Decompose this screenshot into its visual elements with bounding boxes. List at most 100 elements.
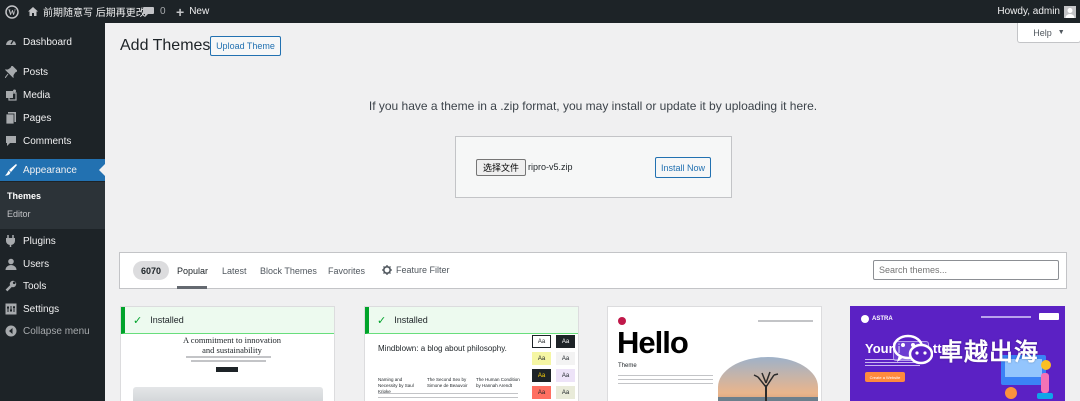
installed-notice: ✓ Installed [365, 307, 578, 334]
sidebar-item-label: Collapse menu [23, 325, 90, 337]
watermark: 卓越出海 [892, 332, 1039, 367]
checkmark-icon: ✓ [377, 314, 387, 327]
installed-notice: ✓ Installed [121, 307, 334, 334]
media-icon [5, 89, 17, 101]
preview-text-lines [378, 393, 518, 401]
submenu-item-themes[interactable]: Themes [7, 191, 41, 201]
theme-card[interactable]: Hello Theme [607, 306, 822, 401]
howdy-text: Howdy, admin [997, 6, 1060, 17]
feature-filter-button[interactable]: Feature Filter [382, 265, 450, 275]
settings-icon [5, 303, 17, 315]
sidebar-item-media[interactable]: Media [0, 84, 105, 106]
home-icon [28, 7, 38, 16]
preview-text-lines [618, 375, 713, 385]
theme-filter-bar: 6070 Popular Latest Block Themes Favorit… [119, 252, 1067, 289]
comments-link[interactable]: 0 [143, 0, 166, 23]
search-themes-input[interactable] [873, 260, 1059, 280]
installed-label: Installed [394, 315, 428, 325]
preview-text-line [186, 356, 271, 358]
theme-preview-subtitle: Theme [618, 363, 637, 369]
style-swatch: Aa [556, 386, 575, 399]
sidebar-item-dashboard[interactable]: Dashboard [0, 31, 105, 53]
style-swatch: Aa [556, 369, 575, 382]
preview-image [133, 387, 323, 401]
collapse-icon [5, 325, 17, 337]
theme-preview-headline: Hello [617, 325, 689, 360]
preview-nav-lines [981, 316, 1031, 318]
preview-nav-lines [758, 320, 813, 322]
preview-button [216, 367, 238, 372]
style-swatch: Aa [532, 352, 551, 365]
comments-count: 0 [160, 6, 166, 17]
checkmark-icon: ✓ [133, 314, 143, 327]
sidebar-item-label: Pages [23, 112, 52, 124]
astra-logo: ASTRA [861, 315, 893, 323]
tab-active-underline [177, 286, 207, 289]
install-now-button[interactable]: Install Now [655, 157, 711, 178]
brush-icon [5, 164, 17, 176]
pin-icon [4, 65, 18, 79]
sidebar-item-label: Tools [23, 280, 47, 292]
feature-filter-label: Feature Filter [396, 265, 450, 275]
comment-bubble-icon [143, 6, 154, 17]
sidebar-item-posts[interactable]: Posts [0, 61, 105, 83]
theme-preview-headline: A commitment to innovation and sustainab… [183, 335, 281, 355]
sidebar-item-appearance[interactable]: Appearance [0, 159, 105, 181]
plug-icon [5, 235, 17, 247]
tab-block-themes[interactable]: Block Themes [260, 266, 317, 276]
sidebar-item-tools[interactable]: Tools [0, 275, 105, 297]
tab-favorites[interactable]: Favorites [328, 266, 365, 276]
submenu-item-editor[interactable]: Editor [7, 209, 31, 219]
selected-file-name: ripro-v5.zip [528, 162, 573, 172]
preview-nav-button [1039, 313, 1059, 320]
sidebar-item-settings[interactable]: Settings [0, 298, 105, 320]
site-name-link[interactable]: 前期随意写 后期再更改 [28, 0, 146, 23]
sidebar-item-comments[interactable]: Comments [0, 130, 105, 152]
sidebar-item-label: Posts [23, 66, 49, 78]
help-tab-button[interactable]: Help ▼ [1017, 23, 1080, 43]
choose-file-button[interactable]: 选择文件 [476, 159, 526, 176]
style-swatch: Aa [556, 335, 575, 348]
tab-popular[interactable]: Popular [177, 266, 208, 276]
style-swatch: Aa [532, 386, 551, 399]
sidebar-item-pages[interactable]: Pages [0, 107, 105, 129]
page-title: Add Themes [120, 37, 211, 54]
new-content-link[interactable]: + New [176, 0, 209, 23]
dashboard-icon [5, 36, 17, 48]
style-swatch: Aa [532, 335, 551, 348]
sidebar-item-plugins[interactable]: Plugins [0, 230, 105, 252]
sidebar-item-users[interactable]: Users [0, 253, 105, 275]
preview-text-line [191, 360, 266, 362]
style-swatch: Aa [532, 369, 551, 382]
plus-icon: + [176, 3, 185, 20]
sidebar-item-label: Media [23, 89, 51, 101]
preview-image [718, 357, 818, 401]
new-label: New [189, 6, 210, 17]
sidebar-item-label: Settings [23, 303, 60, 315]
upload-form: 选择文件 ripro-v5.zip Install Now [455, 136, 732, 198]
appearance-submenu: Themes Editor [0, 182, 105, 229]
caret-down-icon: ▼ [1057, 29, 1065, 36]
collapse-menu-button[interactable]: Collapse menu [0, 320, 105, 342]
wrench-icon [5, 280, 17, 292]
theme-card[interactable]: ✓ Installed Mindblown: a blog about phil… [364, 306, 579, 401]
preview-cta-button: Create a Website [865, 372, 905, 382]
sidebar-item-label: Users [23, 258, 50, 270]
theme-preview-headline: Mindblown: a blog about philosophy. [378, 344, 507, 353]
astra-logo-icon [861, 315, 869, 323]
admin-bar: W 前期随意写 后期再更改 0 + New Howdy, admin [0, 0, 1080, 23]
tab-latest[interactable]: Latest [222, 266, 247, 276]
preview-post-title: The Second Sex by Simone de Beauvoir [427, 377, 468, 388]
help-label: Help [1033, 27, 1052, 38]
site-name: 前期随意写 后期再更改 [43, 8, 146, 19]
upload-theme-button[interactable]: Upload Theme [210, 36, 281, 56]
wordpress-logo-icon[interactable]: W [5, 0, 19, 23]
style-swatch: Aa [556, 352, 575, 365]
preview-post-title: The Human Condition by Hannah Arendt [476, 377, 520, 388]
comment-icon [5, 135, 17, 147]
users-icon [5, 258, 17, 270]
account-menu[interactable]: Howdy, admin [997, 0, 1076, 23]
upload-instructions: If you have a theme in a .zip format, yo… [368, 99, 818, 113]
theme-card[interactable]: ✓ Installed A commitment to innovation a… [120, 306, 335, 401]
theme-count-badge: 6070 [133, 261, 169, 280]
